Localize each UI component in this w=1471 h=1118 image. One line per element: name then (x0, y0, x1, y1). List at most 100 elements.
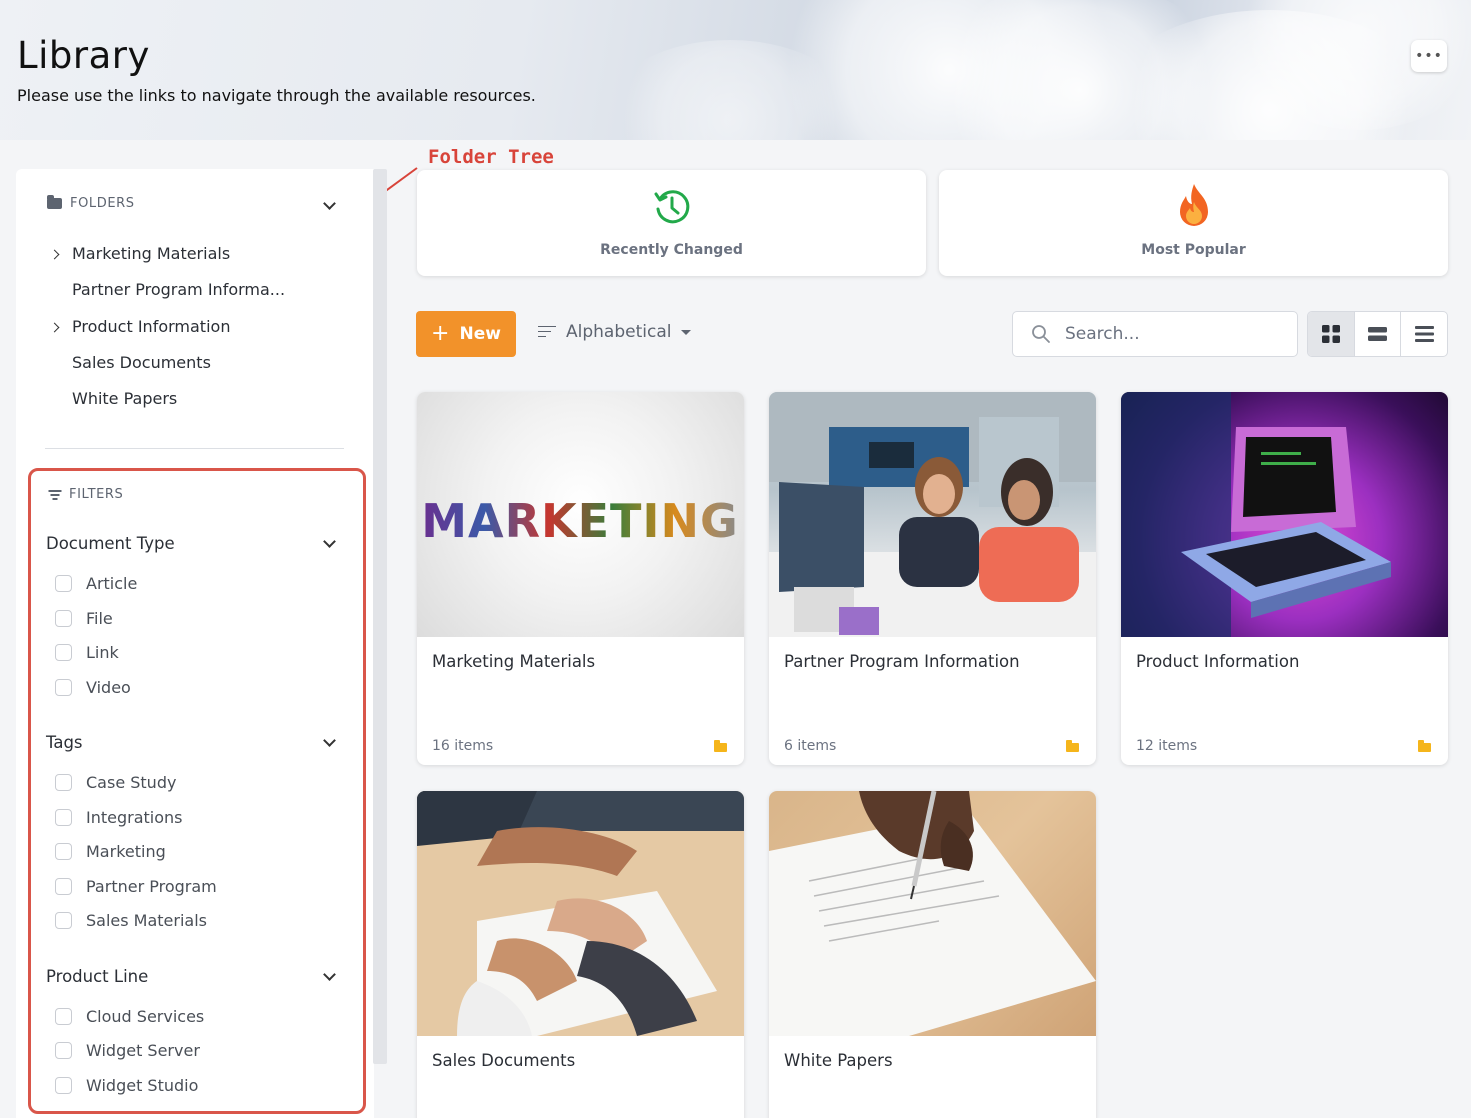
checkbox[interactable] (55, 878, 72, 895)
filter-option-label: File (86, 609, 113, 628)
sort-dropdown[interactable]: Alphabetical (538, 322, 692, 342)
card-list-view-button[interactable] (1355, 312, 1402, 356)
office-meeting-scene (769, 392, 1096, 637)
checkbox[interactable] (55, 1077, 72, 1094)
checkbox[interactable] (55, 679, 72, 696)
tree-item-white-papers[interactable]: White Papers (72, 389, 177, 408)
contract-signing-scene (417, 791, 744, 1036)
card-title: Sales Documents (432, 1051, 576, 1070)
grid-icon (1321, 325, 1340, 343)
checkbox[interactable] (55, 912, 72, 929)
most-popular-card[interactable]: Most Popular (939, 170, 1448, 276)
filter-option-label: Partner Program (86, 877, 217, 896)
filter-option-label: Article (86, 574, 138, 593)
filter-option-video[interactable]: Video (55, 678, 131, 697)
filter-option-article[interactable]: Article (55, 574, 137, 593)
folders-header[interactable]: FOLDERS (47, 195, 135, 211)
page-title: Library (17, 34, 150, 77)
folders-label: FOLDERS (70, 196, 135, 211)
folder-card-white-papers[interactable]: White Papers (769, 791, 1096, 1118)
checkbox[interactable] (55, 1008, 72, 1025)
sidebar-divider (45, 448, 344, 449)
filter-group-document-type[interactable]: Document Type (46, 534, 175, 553)
folder-card-marketing-materials[interactable]: MARKETING Marketing Materials 16 items (417, 392, 744, 765)
pen-writing-scene (769, 791, 1096, 1036)
view-toggle (1307, 311, 1448, 357)
sort-icon (538, 325, 556, 339)
fire-icon (1179, 184, 1208, 226)
recently-changed-label: Recently Changed (600, 242, 743, 258)
annotation-label: Folder Tree (428, 146, 554, 168)
folder-card-sales-documents[interactable]: Sales Documents (417, 791, 744, 1118)
filter-group-tags[interactable]: Tags (46, 733, 83, 752)
filter-option-marketing[interactable]: Marketing (55, 842, 166, 861)
marketing-word-art: MARKETING (421, 494, 738, 548)
card-item-count: 12 items (1136, 738, 1198, 754)
filter-option-integrations[interactable]: Integrations (55, 808, 183, 827)
retro-computer-scene (1121, 392, 1391, 637)
grid-view-button[interactable] (1308, 312, 1355, 356)
checkbox[interactable] (55, 610, 72, 627)
filter-option-file[interactable]: File (55, 609, 113, 628)
filter-option-label: Integrations (86, 808, 183, 827)
filter-option-link[interactable]: Link (55, 643, 119, 662)
filter-option-label: Sales Materials (86, 911, 208, 930)
marketing-image: MARKETING (417, 392, 744, 637)
new-button-label: New (459, 324, 501, 344)
filter-option-widget-studio[interactable]: Widget Studio (55, 1076, 198, 1095)
clock-history-icon (654, 190, 689, 224)
sidebar-scrollbar[interactable] (373, 169, 387, 1064)
checkbox[interactable] (55, 809, 72, 826)
checkbox[interactable] (55, 774, 72, 791)
filter-option-partner-program[interactable]: Partner Program (55, 877, 217, 896)
caret-down-icon (681, 329, 692, 335)
filters-header: FILTERS (48, 487, 123, 502)
card-title: Product Information (1136, 652, 1300, 671)
pen-writing-image (769, 791, 1096, 1036)
filter-group-product-line[interactable]: Product Line (46, 967, 148, 986)
plus-icon: + (431, 321, 450, 346)
folder-card-product-information[interactable]: Product Information 12 items (1121, 392, 1448, 765)
folder-icon (47, 195, 62, 209)
folder-icon (714, 740, 727, 752)
list-view-button[interactable] (1401, 312, 1447, 356)
filter-option-label: Link (86, 643, 119, 662)
rows-icon (1368, 327, 1387, 341)
filter-option-label: Cloud Services (86, 1007, 205, 1026)
tree-item-marketing-materials[interactable]: Marketing Materials (72, 244, 230, 263)
contract-signing-image (417, 791, 744, 1036)
folder-icon (1066, 740, 1079, 752)
header-banner (0, 0, 1471, 140)
most-popular-label: Most Popular (1141, 242, 1246, 258)
new-button[interactable]: + New (416, 311, 516, 357)
folder-icon (1418, 740, 1431, 752)
folder-card-partner-program[interactable]: Partner Program Information 6 items (769, 392, 1096, 765)
filter-option-case-study[interactable]: Case Study (55, 773, 176, 792)
card-title: White Papers (784, 1051, 893, 1070)
filter-option-widget-server[interactable]: Widget Server (55, 1041, 200, 1060)
recently-changed-card[interactable]: Recently Changed (417, 170, 926, 276)
card-item-count: 16 items (432, 738, 494, 754)
checkbox[interactable] (55, 644, 72, 661)
checkbox[interactable] (55, 1042, 72, 1059)
sort-label: Alphabetical (566, 322, 672, 342)
tree-item-partner-program[interactable]: Partner Program Informa... (72, 280, 285, 299)
ellipsis-icon: ••• (1415, 48, 1443, 64)
tree-item-sales-documents[interactable]: Sales Documents (72, 353, 211, 372)
filter-option-sales-materials[interactable]: Sales Materials (55, 911, 207, 930)
office-meeting-image (769, 392, 1096, 637)
list-icon (1414, 326, 1434, 342)
checkbox[interactable] (55, 575, 72, 592)
retro-computer-image (1121, 392, 1448, 637)
page-subtitle: Please use the links to navigate through… (17, 86, 536, 105)
filter-option-label: Widget Studio (86, 1076, 199, 1095)
card-title: Marketing Materials (432, 652, 596, 671)
tree-item-product-information[interactable]: Product Information (72, 317, 230, 336)
filter-icon (48, 490, 61, 500)
card-title: Partner Program Information (784, 652, 1020, 671)
search-box[interactable] (1012, 311, 1298, 357)
search-input[interactable] (1065, 324, 1265, 344)
more-options-button[interactable]: ••• (1411, 40, 1447, 72)
checkbox[interactable] (55, 843, 72, 860)
filter-option-cloud-services[interactable]: Cloud Services (55, 1007, 204, 1026)
